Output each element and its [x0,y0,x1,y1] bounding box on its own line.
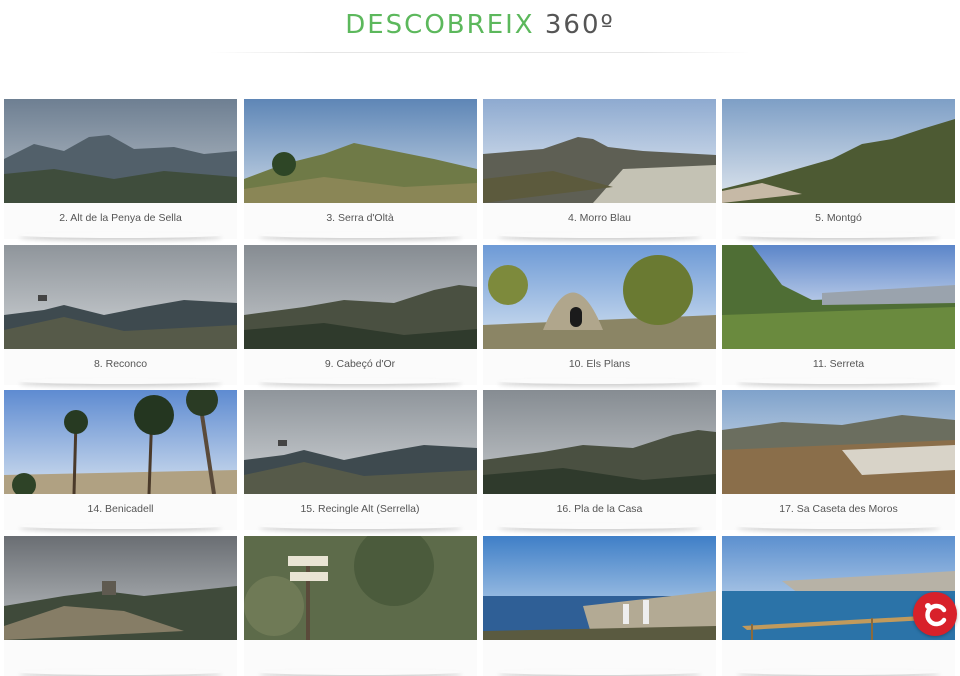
panorama-card[interactable]: 2. Alt de la Penya de Sella [4,99,237,239]
panorama-thumbnail[interactable] [4,245,237,349]
panorama-card[interactable] [4,536,237,676]
panorama-thumbnail[interactable] [4,390,237,494]
card-shadow [259,669,462,675]
panorama-caption[interactable]: 15. Recingle Alt (Serrella) [244,494,477,524]
panorama-caption[interactable]: 11. Serreta [722,349,955,379]
panorama-card[interactable]: 11. Serreta [722,245,955,385]
panorama-caption[interactable] [244,640,477,670]
panorama-thumbnail[interactable] [4,536,237,640]
panorama-thumbnail[interactable] [483,245,716,349]
panorama-caption[interactable]: 17. Sa Caseta des Moros [722,494,955,524]
panorama-caption[interactable] [4,640,237,670]
card-shadow [737,523,940,529]
page-header: DESCOBREIX 360º [0,0,960,60]
panorama-thumbnail[interactable] [483,99,716,203]
panorama-card[interactable]: 8. Reconco [4,245,237,385]
panorama-caption[interactable]: 8. Reconco [4,349,237,379]
panorama-caption[interactable]: 4. Morro Blau [483,203,716,233]
panorama-card[interactable]: 4. Morro Blau [483,99,716,239]
panorama-caption[interactable]: 10. Els Plans [483,349,716,379]
c-logo-icon[interactable] [913,592,957,636]
panorama-card[interactable]: 16. Pla de la Casa [483,390,716,530]
panorama-thumbnail[interactable] [243,99,477,203]
card-shadow [259,523,462,529]
panorama-thumbnail[interactable] [483,390,716,494]
panorama-caption[interactable]: 14. Benicadell [4,494,237,524]
panorama-thumbnail[interactable] [722,99,955,203]
panorama-thumbnail[interactable] [483,536,716,640]
title-rest: 360º [544,10,615,40]
title-divider [210,52,750,53]
card-shadow [737,378,940,384]
panorama-caption[interactable] [483,640,716,670]
panorama-caption[interactable]: 16. Pla de la Casa [483,494,716,524]
panorama-thumbnail[interactable] [722,245,955,349]
panorama-thumbnail[interactable] [243,390,477,494]
card-shadow [498,669,701,675]
panorama-caption[interactable] [722,640,955,670]
card-shadow [19,378,222,384]
panorama-caption[interactable]: 5. Montgó [722,203,955,233]
card-shadow [19,232,222,238]
card-shadow [259,232,462,238]
panorama-card[interactable]: 3. Serra d'Oltà [243,99,477,239]
card-shadow [19,669,222,675]
panorama-thumbnail[interactable] [243,245,477,349]
panorama-card[interactable]: 5. Montgó [722,99,955,239]
panorama-thumbnail[interactable] [722,390,955,494]
card-shadow [498,378,701,384]
panorama-card[interactable]: 15. Recingle Alt (Serrella) [243,390,477,530]
card-shadow [498,523,701,529]
card-shadow [259,378,462,384]
panorama-caption[interactable]: 3. Serra d'Oltà [244,203,477,233]
panorama-card[interactable] [483,536,716,676]
panorama-card[interactable]: 14. Benicadell [4,390,237,530]
title-accent: DESCOBREIX [345,10,535,40]
panorama-card[interactable]: 9. Cabeçó d'Or [243,245,477,385]
panorama-caption[interactable]: 2. Alt de la Penya de Sella [4,203,237,233]
card-shadow [737,232,940,238]
panorama-card[interactable]: 17. Sa Caseta des Moros [722,390,955,530]
panorama-caption[interactable]: 9. Cabeçó d'Or [244,349,477,379]
panorama-thumbnail[interactable] [4,99,237,203]
card-shadow [737,669,940,675]
panorama-card[interactable]: 10. Els Plans [483,245,716,385]
panorama-card[interactable] [243,536,477,676]
card-shadow [498,232,701,238]
page-title: DESCOBREIX 360º [0,10,960,40]
card-shadow [19,523,222,529]
panorama-thumbnail[interactable] [243,536,477,640]
